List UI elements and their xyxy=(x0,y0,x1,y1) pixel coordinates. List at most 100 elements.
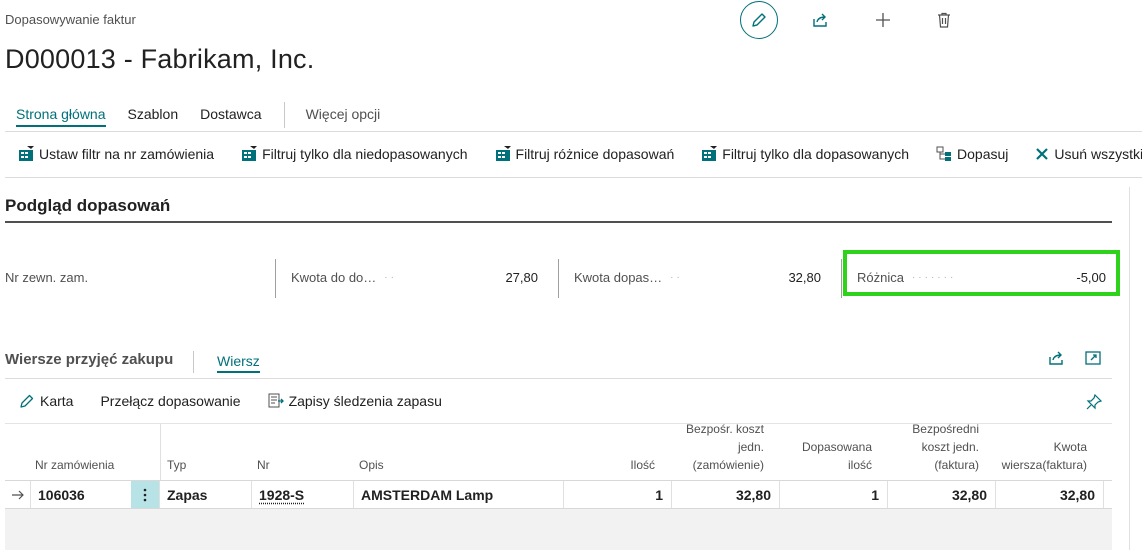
action-bar: Ustaw filtr na nr zamówienia Filtruj tyl… xyxy=(18,146,1142,162)
filter-differences-label: Filtruj różnice dopasowań xyxy=(516,146,675,162)
col-header-direct-cost-order[interactable]: Bezpośr. koszt jedn. (zamówienie) xyxy=(686,420,764,474)
delete-button[interactable] xyxy=(925,1,963,39)
col-header-line: Bezpośr. koszt xyxy=(686,420,764,438)
item-tracking-button[interactable]: Zapisy śledzenia zapasu xyxy=(268,393,442,409)
col-header-line: jedn. xyxy=(686,438,764,456)
tab-template[interactable]: Szablon xyxy=(128,106,179,125)
tabs-divider xyxy=(5,131,1142,132)
field-amount-to-match: Kwota do do… ·· 27,80 xyxy=(291,262,538,292)
filter-unmatched-button[interactable]: Filtruj tylko dla niedopasowanych xyxy=(241,146,467,162)
close-icon xyxy=(1035,147,1049,161)
filter-icon xyxy=(701,146,717,162)
col-header-description[interactable]: Opis xyxy=(359,456,384,474)
item-no-link[interactable]: 1928-S xyxy=(259,487,304,503)
difference-highlight-box xyxy=(843,250,1120,296)
col-header-line: Bezpośredni xyxy=(912,420,979,438)
toggle-match-label: Przełącz dopasowanie xyxy=(100,393,240,409)
lines-action-bar: Karta Przełącz dopasowanie Zapisy śledze… xyxy=(19,393,469,409)
filter-differences-button[interactable]: Filtruj różnice dopasowań xyxy=(495,146,675,162)
page-scrollbar[interactable] xyxy=(1129,187,1142,550)
col-header-type[interactable]: Typ xyxy=(167,456,186,474)
col-header-line: wiersza(faktura) xyxy=(1002,456,1087,474)
filter-icon xyxy=(241,146,257,162)
row-indicator[interactable] xyxy=(5,481,31,508)
col-header-line-amount[interactable]: Kwota wiersza(faktura) xyxy=(1002,438,1087,474)
tracking-icon xyxy=(268,393,284,409)
table-row[interactable]: 106036 Zapas 1928-S AMSTERDAM Lamp 1 32,… xyxy=(5,480,1112,509)
tab-home[interactable]: Strona główna xyxy=(16,106,106,127)
lines-section-title: Wiersze przyjęć zakupu xyxy=(5,351,173,368)
share-button[interactable] xyxy=(801,1,839,39)
cell-no[interactable]: 1928-S xyxy=(252,481,354,508)
field-dots: ·· xyxy=(384,272,397,283)
add-button[interactable] xyxy=(864,1,902,39)
col-header-no[interactable]: Nr xyxy=(257,456,270,474)
pin-button[interactable] xyxy=(1085,393,1103,416)
cell-direct-cost-invoice[interactable]: 32,80 xyxy=(888,481,996,508)
row-menu-button[interactable] xyxy=(131,481,160,508)
lines-share-button[interactable] xyxy=(1047,349,1065,372)
match-label: Dopasuj xyxy=(957,146,1008,162)
edit-icon xyxy=(19,393,35,409)
page-title: D000013 - Fabrikam, Inc. xyxy=(5,44,314,75)
tab-line[interactable]: Wiersz xyxy=(217,353,260,373)
grid-empty-area xyxy=(5,509,1112,550)
field-matched-amount: Kwota dopas… ·· 32,80 xyxy=(574,262,821,292)
filter-matched-button[interactable]: Filtruj tylko dla dopasowanych xyxy=(701,146,909,162)
edit-button[interactable] xyxy=(740,1,778,39)
cell-quantity[interactable]: 1 xyxy=(564,481,672,508)
field-amount-to-match-label: Kwota do do… xyxy=(291,270,376,285)
card-button[interactable]: Karta xyxy=(19,393,73,409)
set-order-filter-button[interactable]: Ustaw filtr na nr zamówienia xyxy=(18,146,214,162)
filter-matched-label: Filtruj tylko dla dopasowanych xyxy=(722,146,909,162)
share-icon xyxy=(1047,349,1065,367)
match-icon xyxy=(936,146,952,162)
col-header-line: Kwota xyxy=(1002,438,1087,456)
tab-divider xyxy=(284,102,285,128)
cell-description[interactable]: AMSTERDAM Lamp xyxy=(354,481,564,508)
filter-icon xyxy=(18,146,34,162)
tab-vendor[interactable]: Dostawca xyxy=(200,106,261,125)
cell-type[interactable]: Zapas xyxy=(160,481,252,508)
match-button[interactable]: Dopasuj xyxy=(936,146,1008,162)
remove-all-label: Usuń wszystkie xyxy=(1054,146,1142,162)
set-order-filter-label: Ustaw filtr na nr zamówienia xyxy=(39,146,214,162)
lines-expand-button[interactable] xyxy=(1084,349,1102,372)
lines-header-divider xyxy=(5,378,1112,379)
field-divider xyxy=(558,259,559,298)
item-tracking-label: Zapisy śledzenia zapasu xyxy=(289,393,442,409)
filter-icon xyxy=(495,146,511,162)
field-ext-order-no: Nr zewn. zam. xyxy=(5,262,267,292)
field-divider xyxy=(841,259,842,298)
col-header-quantity[interactable]: Ilość xyxy=(630,456,655,474)
col-header-line: ilość xyxy=(802,456,872,474)
preview-section-title: Podgląd dopasowań xyxy=(5,196,170,216)
col-header-line: Dopasowana xyxy=(802,438,872,456)
toggle-match-button[interactable]: Przełącz dopasowanie xyxy=(100,393,240,409)
cell-direct-cost-order[interactable]: 32,80 xyxy=(672,481,780,508)
breadcrumb: Dopasowywanie faktur xyxy=(5,12,136,27)
arrow-right-icon xyxy=(11,489,25,501)
field-dots: ·· xyxy=(670,272,683,283)
field-matched-amount-label: Kwota dopas… xyxy=(574,270,662,285)
col-header-order-no[interactable]: Nr zamówienia xyxy=(35,456,114,474)
cell-matched-qty[interactable]: 1 xyxy=(780,481,888,508)
delete-icon xyxy=(935,11,953,29)
remove-all-button[interactable]: Usuń wszystkie xyxy=(1035,146,1142,162)
col-header-direct-cost-invoice[interactable]: Bezpośredni koszt jedn. (faktura) xyxy=(912,420,979,474)
grid-header-divider xyxy=(160,424,161,480)
edit-icon xyxy=(750,11,768,29)
field-ext-order-no-label: Nr zewn. zam. xyxy=(5,270,88,285)
card-label: Karta xyxy=(40,393,73,409)
share-icon xyxy=(811,11,829,29)
add-icon xyxy=(874,11,892,29)
pin-icon xyxy=(1085,393,1103,411)
col-header-line: (zamówienie) xyxy=(686,456,764,474)
col-header-matched-qty[interactable]: Dopasowana ilość xyxy=(802,438,872,474)
tab-more-options[interactable]: Więcej opcji xyxy=(306,106,381,125)
cell-line-amount[interactable]: 32,80 xyxy=(996,481,1104,508)
tab-bar: Strona główna Szablon Dostawca Więcej op… xyxy=(16,106,402,128)
cell-order-no[interactable]: 106036 xyxy=(31,481,131,508)
more-vertical-icon xyxy=(143,488,147,502)
col-header-line: koszt jedn. xyxy=(912,438,979,456)
